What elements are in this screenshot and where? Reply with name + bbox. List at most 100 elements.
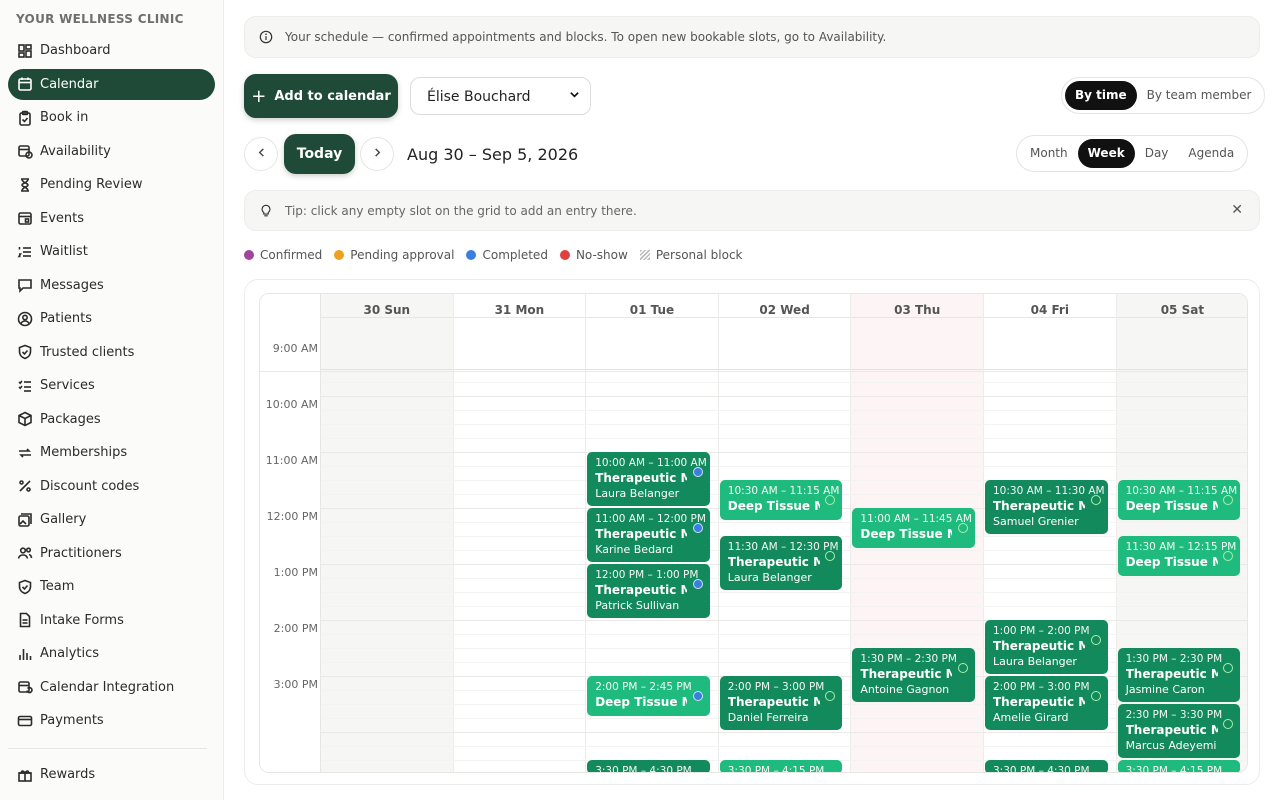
- all-day-slot[interactable]: [321, 318, 453, 370]
- sidebar-item-events[interactable]: Events: [8, 203, 215, 234]
- grid-line: [321, 424, 1247, 426]
- status-dot: [957, 663, 968, 674]
- time-label: 10:00 AM: [265, 398, 318, 412]
- view-by-time-option[interactable]: By time: [1065, 81, 1137, 110]
- sidebar-item-patients[interactable]: Patients: [8, 303, 215, 334]
- all-day-slot[interactable]: [851, 318, 983, 370]
- appointment-time: 1:30 PM – 2:30 PM: [860, 653, 957, 666]
- appointment-time: 11:30 AM – 12:15 PM: [1125, 541, 1237, 554]
- appointment-card[interactable]: 2:00 PM – 3:00 PMTherapeutic M...Daniel …: [719, 676, 843, 731]
- day-column-31-mon[interactable]: 31 Mon: [453, 294, 587, 772]
- sidebar-item-rewards[interactable]: Rewards: [8, 759, 215, 790]
- legend-swatch: [559, 250, 570, 260]
- sidebar-item-trusted-clients[interactable]: Trusted clients: [8, 337, 215, 368]
- grid-line: [321, 522, 1247, 524]
- all-day-slot[interactable]: [984, 318, 1116, 370]
- sidebar-item-gallery[interactable]: Gallery: [8, 504, 215, 535]
- time-label: 12:00 PM: [266, 510, 318, 524]
- sidebar-item-label: Dashboard: [40, 43, 111, 58]
- appointment-card[interactable]: 1:30 PM – 2:30 PMTherapeutic M...Antoine…: [852, 648, 975, 703]
- day-header: 30 Sun: [321, 294, 453, 318]
- appointment-card[interactable]: 3:30 PM – 4:15 PM: [1117, 760, 1241, 772]
- status-dot: [692, 523, 703, 534]
- view-week-option[interactable]: Week: [1077, 139, 1135, 168]
- sidebar-item-book-in[interactable]: Book in: [8, 102, 215, 133]
- appointment-card[interactable]: 2:00 PM – 3:00 PMTherapeutic M...Amelie …: [985, 676, 1108, 731]
- appointment-card[interactable]: 11:30 AM – 12:15 PMDeep Tissue M...: [1117, 536, 1241, 577]
- all-day-slot[interactable]: [1116, 318, 1247, 370]
- view-by-team-member-option[interactable]: By team member: [1137, 81, 1262, 110]
- appointment-card[interactable]: 3:30 PM – 4:30 PM: [985, 760, 1108, 772]
- view-day-option[interactable]: Day: [1135, 139, 1179, 168]
- status-dot: [1223, 551, 1234, 562]
- sidebar-item-calendar-integration[interactable]: Calendar Integration: [8, 672, 215, 703]
- appointment-time: 2:00 PM – 3:00 PM: [727, 681, 825, 694]
- appointment-card[interactable]: 11:00 AM – 12:00 PMTherapeutic M...Karin…: [587, 508, 710, 563]
- sidebar-item-payments[interactable]: Payments: [8, 705, 215, 736]
- legend-label: Completed: [482, 248, 548, 262]
- sidebar-item-pending-review[interactable]: Pending Review: [8, 169, 215, 200]
- sidebar-item-analytics[interactable]: Analytics: [8, 638, 215, 669]
- sidebar-item-availability[interactable]: Availability: [8, 136, 215, 167]
- appointment-card[interactable]: 3:30 PM – 4:30 PM: [587, 760, 710, 773]
- grid-line: [321, 634, 1247, 636]
- all-day-slot[interactable]: [718, 318, 851, 370]
- appointment-client: Laura Belanger: [595, 487, 680, 501]
- appointment-card[interactable]: 1:30 PM – 2:30 PMTherapeutic M...Jasmine…: [1117, 648, 1241, 703]
- grid-line: [321, 732, 1247, 734]
- grid-line: [321, 606, 1247, 608]
- legend-item-personal-block: Personal block: [639, 248, 743, 262]
- appointment-card[interactable]: 3:30 PM – 4:15 PM: [719, 760, 843, 772]
- appointment-time: 1:00 PM – 2:00 PM: [993, 625, 1090, 638]
- sidebar-item-label: Analytics: [40, 646, 100, 661]
- sidebar-item-memberships[interactable]: Memberships: [8, 437, 215, 468]
- previous-week-button[interactable]: [244, 137, 278, 171]
- shield-check-icon: [16, 344, 33, 361]
- appointment-title: Therapeutic M...: [993, 695, 1085, 710]
- sidebar-item-packages[interactable]: Packages: [8, 404, 215, 435]
- sidebar-item-discount-codes[interactable]: Discount codes: [8, 471, 215, 502]
- sidebar-item-practitioners[interactable]: Practitioners: [8, 538, 215, 569]
- sidebar-item-intake-forms[interactable]: Intake Forms: [8, 605, 215, 636]
- all-day-slot[interactable]: [453, 318, 586, 370]
- sidebar-item-messages[interactable]: Messages: [8, 270, 215, 301]
- sidebar-item-services[interactable]: Services: [8, 370, 215, 401]
- status-dot: [1090, 495, 1101, 506]
- appointment-client: Antoine Gagnon: [860, 683, 950, 697]
- appointment-card[interactable]: 10:30 AM – 11:30 AMTherapeutic M...Samue…: [985, 480, 1108, 535]
- appointment-card[interactable]: 2:30 PM – 3:30 PMTherapeutic M...Marcus …: [1117, 704, 1241, 759]
- legend-label: Pending approval: [350, 248, 455, 262]
- appointment-card[interactable]: 1:00 PM – 2:00 PMTherapeutic M...Laura B…: [985, 620, 1108, 675]
- status-dot: [692, 467, 703, 478]
- all-day-slot[interactable]: [586, 318, 718, 370]
- sidebar-item-team[interactable]: Team: [8, 571, 215, 602]
- day-column-30-sun[interactable]: 30 Sun: [321, 294, 454, 772]
- appointment-card[interactable]: 10:00 AM – 11:00 AMTherapeutic M...Laura…: [587, 452, 710, 507]
- appointment-card[interactable]: 10:30 AM – 11:15 AMDeep Tissue M...: [1117, 480, 1241, 521]
- close-icon[interactable]: ✕: [1231, 202, 1243, 218]
- next-week-button[interactable]: [360, 137, 394, 171]
- view-month-option[interactable]: Month: [1020, 139, 1078, 168]
- appointment-card[interactable]: 10:30 AM – 11:15 AMDeep Tissue M...: [719, 480, 843, 521]
- today-button[interactable]: Today: [284, 134, 355, 174]
- appointment-time: 3:30 PM – 4:30 PM: [595, 765, 692, 773]
- time-column: 9:00 AM 10:00 AM 11:00 AM 12:00 PM 1:00 PM 2:…: [260, 294, 321, 772]
- date-range: Aug 30 – Sep 5, 2026: [407, 145, 579, 164]
- status-dot: [957, 523, 968, 534]
- day-header: 31 Mon: [453, 294, 586, 318]
- appointment-time: 10:00 AM – 11:00 AM: [595, 457, 707, 470]
- appointment-card[interactable]: 11:00 AM – 11:45 AMDeep Tissue M...: [852, 508, 975, 549]
- sidebar-item-calendar[interactable]: Calendar: [8, 68, 215, 100]
- time-label: 9:00 AM: [272, 342, 318, 356]
- add-to-calendar-button[interactable]: + Add to calendar: [244, 74, 398, 118]
- view-agenda-option[interactable]: Agenda: [1178, 139, 1244, 168]
- appointment-card[interactable]: 12:00 PM – 1:00 PMTherapeutic M...Patric…: [587, 564, 710, 619]
- calendar-sync-icon: [16, 679, 33, 696]
- appointment-card[interactable]: 2:00 PM – 2:45 PMDeep Tissue M...: [587, 676, 710, 717]
- legend-label: No-show: [575, 248, 628, 262]
- sidebar-item-label: Trusted clients: [40, 344, 135, 360]
- appointment-card[interactable]: 11:30 AM – 12:30 PMTherapeutic M...Laura…: [719, 536, 843, 591]
- sidebar-item-waitlist[interactable]: Waitlist: [8, 236, 215, 267]
- sidebar-item-dashboard[interactable]: Dashboard: [8, 35, 215, 66]
- practitioner-select[interactable]: Élise Bouchard: [410, 77, 591, 115]
